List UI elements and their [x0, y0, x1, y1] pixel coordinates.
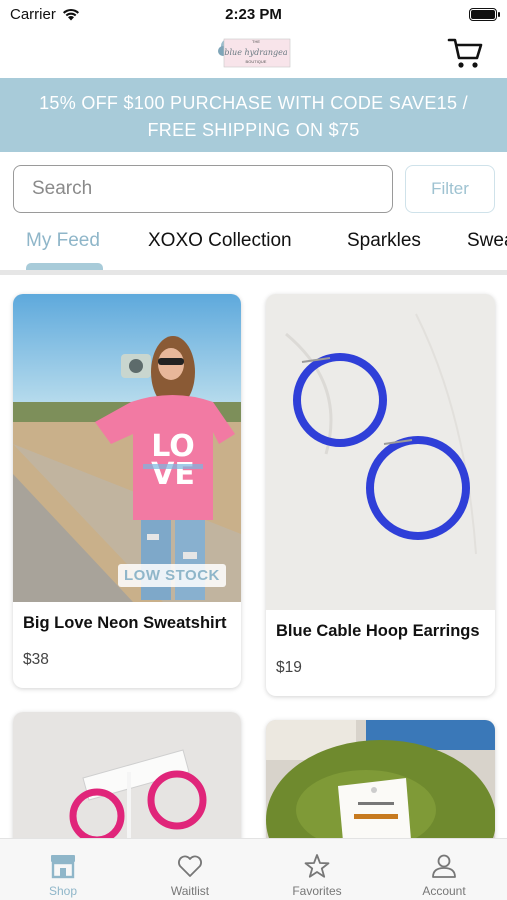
clock: 2:23 PM [225, 6, 282, 23]
star-icon [304, 854, 330, 878]
search-input[interactable] [13, 165, 393, 213]
product-image [266, 294, 495, 610]
nav-account[interactable]: Account [381, 839, 507, 900]
svg-text:BOUTIQUE: BOUTIQUE [246, 59, 267, 64]
svg-text:VE: VE [151, 457, 195, 492]
product-price: $38 [23, 651, 49, 668]
tab-sparkles[interactable]: Sparkles [347, 230, 421, 252]
tab-sweaters[interactable]: Swea [467, 230, 507, 252]
product-image [266, 720, 495, 852]
product-card[interactable] [266, 720, 495, 852]
category-tabs: My Feed XOXO Collection Sparkles Swea [0, 222, 507, 274]
heart-icon [178, 855, 202, 877]
svg-text:blue hydrangea: blue hydrangea [224, 48, 288, 57]
status-bar: Carrier 2:23 PM [0, 0, 507, 28]
account-icon [432, 854, 456, 878]
product-title: Blue Cable Hoop Earrings [276, 622, 480, 640]
nav-label: Favorites [292, 884, 342, 898]
product-price: $19 [276, 659, 302, 676]
filter-button[interactable]: Filter [405, 165, 495, 213]
logo-image: THE blue hydrangea BOUTIQUE [218, 38, 291, 68]
app-header: THE blue hydrangea BOUTIQUE [0, 28, 507, 78]
promo-line-1: 15% OFF $100 PURCHASE WITH CODE SAVE15 / [39, 93, 468, 113]
nav-label: Waitlist [170, 884, 210, 898]
low-stock-badge: LOW STOCK [118, 564, 226, 587]
cart-button[interactable] [447, 36, 483, 70]
tab-xoxo-collection[interactable]: XOXO Collection [148, 230, 292, 252]
battery-icon [469, 8, 500, 21]
product-image [13, 712, 241, 852]
nav-shop[interactable]: Shop [0, 839, 126, 900]
nav-favorites[interactable]: Favorites [254, 839, 380, 900]
tabs-divider [0, 270, 507, 275]
product-image: LO VE [13, 294, 241, 602]
product-title: Big Love Neon Sweatshirt [23, 614, 227, 632]
svg-text:THE: THE [252, 39, 260, 44]
product-card[interactable] [13, 712, 241, 852]
nav-label: Account [422, 884, 466, 898]
bottom-nav: Shop Waitlist Favorites Account [0, 838, 507, 900]
tab-my-feed[interactable]: My Feed [26, 230, 100, 252]
promo-line-2: FREE SHIPPING ON $75 [147, 120, 360, 140]
cart-icon [447, 38, 483, 68]
promo-banner[interactable]: 15% OFF $100 PURCHASE WITH CODE SAVE15 /… [0, 78, 507, 152]
boutique-logo[interactable]: THE blue hydrangea BOUTIQUE [214, 32, 294, 72]
product-card[interactable]: Blue Cable Hoop Earrings $19 [266, 294, 495, 696]
nav-label: Shop [48, 884, 78, 898]
product-card[interactable]: LO VE LOW STOCK Big Love Neon Sweatshirt… [13, 294, 241, 688]
nav-waitlist[interactable]: Waitlist [127, 839, 253, 900]
shop-icon [51, 855, 75, 879]
